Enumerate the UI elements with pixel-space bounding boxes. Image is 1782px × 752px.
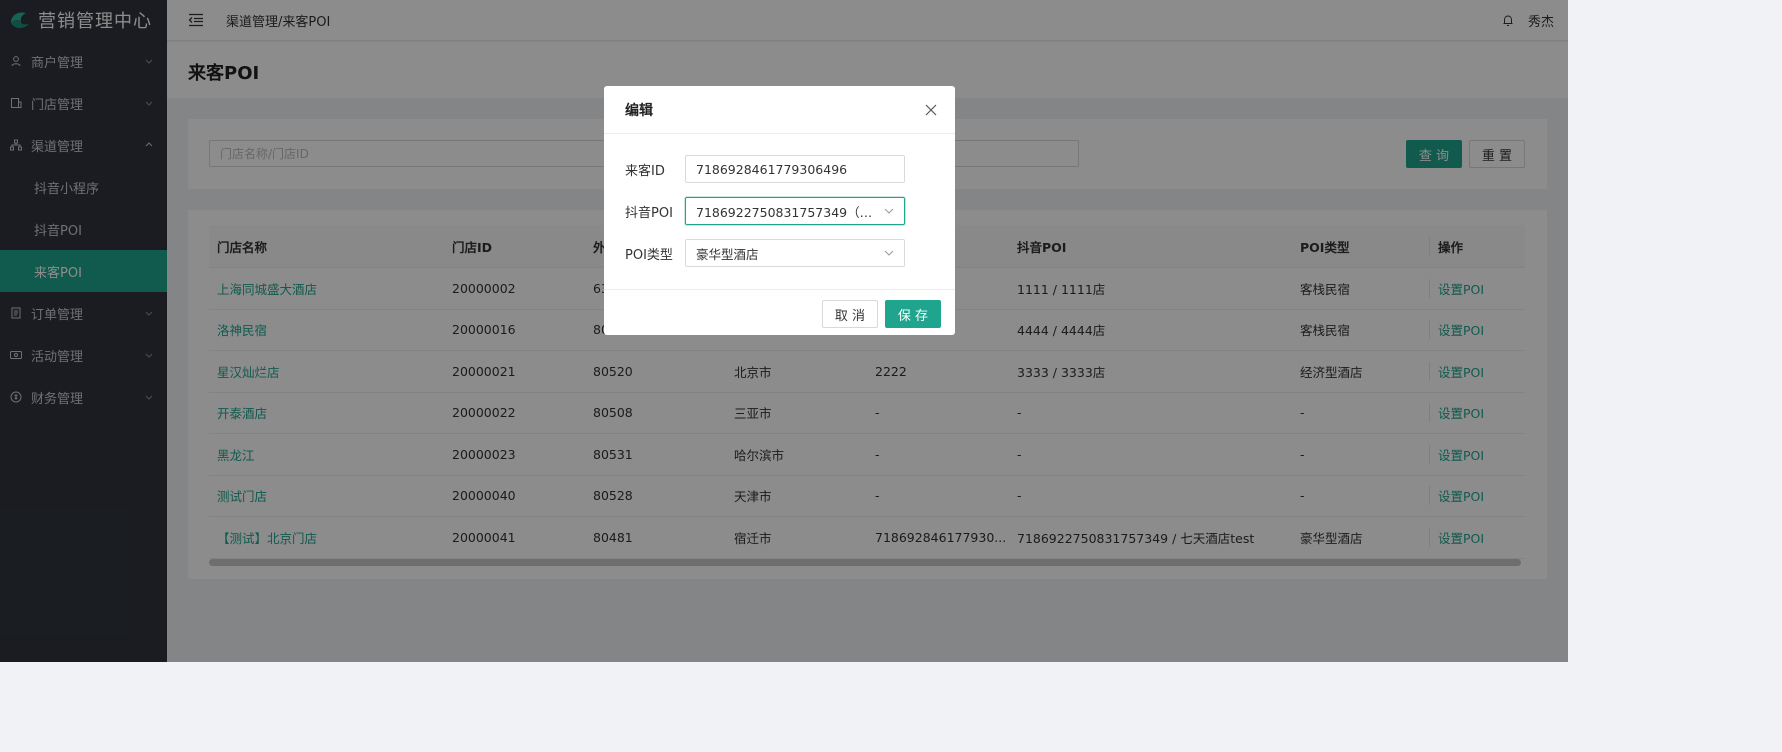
edit-modal: 编辑 来客ID 7186928461779306496 抖音POI 718692… [604, 86, 955, 335]
modal-footer: 取 消 保 存 [604, 289, 955, 335]
chevron-down-icon [884, 250, 894, 256]
cancel-button[interactable]: 取 消 [822, 300, 878, 328]
modal-title: 编辑 [625, 102, 653, 119]
douyin-poi-select[interactable]: 7186922750831757349（七... [685, 197, 905, 225]
poi-type-label: POI类型 [625, 247, 673, 263]
laike-id-label: 来客ID [625, 163, 665, 179]
laike-id-field[interactable]: 7186928461779306496 [685, 155, 905, 183]
douyin-poi-label: 抖音POI [625, 205, 673, 221]
laike-id-value: 7186928461779306496 [696, 161, 848, 177]
poi-type-value: 豪华型酒店 [696, 246, 759, 262]
form-row-laike-id: 来客ID 7186928461779306496 [625, 155, 905, 183]
poi-type-select[interactable]: 豪华型酒店 [685, 239, 905, 267]
save-button[interactable]: 保 存 [885, 300, 941, 328]
form-row-douyin-poi: 抖音POI 7186922750831757349（七... [625, 197, 905, 225]
modal-header: 编辑 [604, 86, 955, 134]
chevron-down-icon [884, 208, 894, 214]
douyin-poi-value: 7186922750831757349（七... [696, 204, 878, 220]
close-icon[interactable] [925, 104, 937, 116]
form-row-poi-type: POI类型 豪华型酒店 [625, 239, 905, 267]
